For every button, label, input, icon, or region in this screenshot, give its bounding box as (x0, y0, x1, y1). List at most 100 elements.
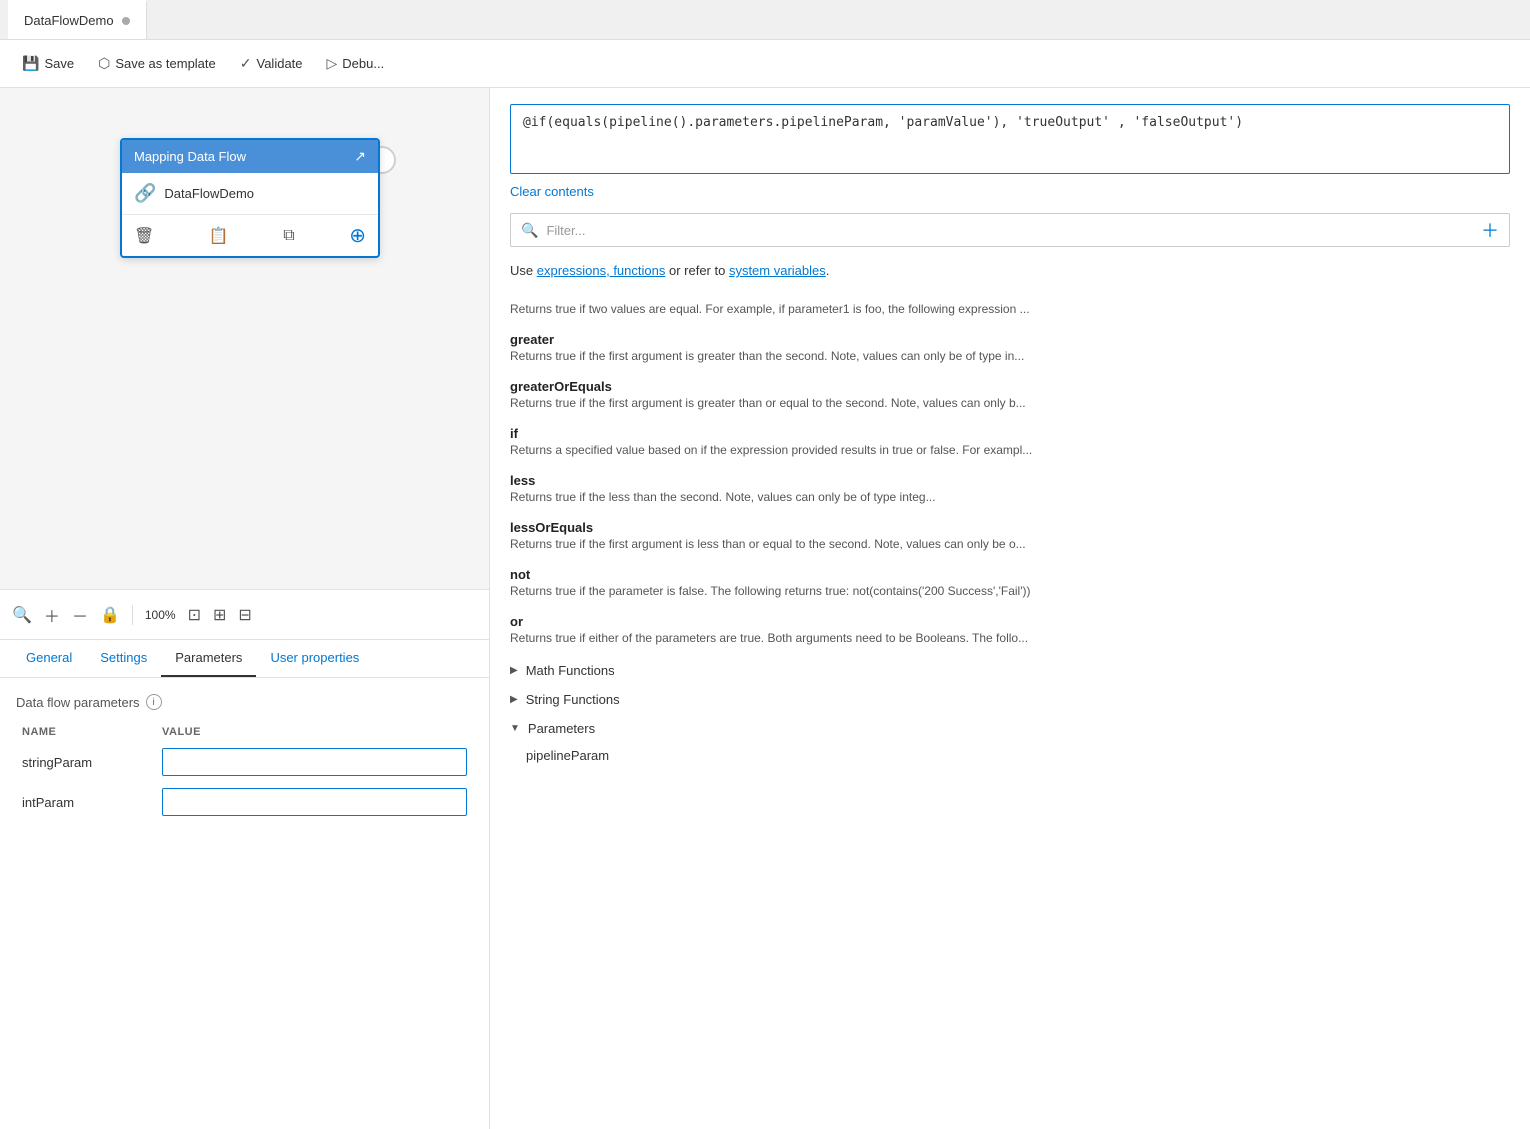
canvas-area: Mapping Data Flow ↗ 🔗 DataFlowDemo 🗑 📋 ⧉… (0, 88, 489, 639)
param-value-cell (156, 782, 473, 822)
system-variables-link[interactable]: system variables (729, 263, 826, 278)
string-functions-section[interactable]: ▶ String Functions (510, 682, 1510, 711)
validate-button[interactable]: ✓ Validate (230, 50, 313, 77)
func-desc: Returns true if the first argument is gr… (510, 349, 1510, 363)
fit-screen-icon[interactable]: ⊡ (188, 605, 201, 625)
math-functions-section[interactable]: ▶ Math Functions (510, 653, 1510, 682)
template-icon: ⬡ (98, 55, 110, 72)
copy-icon[interactable]: 📋 (209, 226, 229, 246)
node-icon: 🔗 (134, 183, 156, 204)
func-desc: Returns true if the parameter is false. … (510, 584, 1510, 598)
filter-bar: 🔍 ＋ (510, 213, 1510, 247)
func-item: not Returns true if the parameter is fal… (510, 559, 1510, 606)
main-container: Mapping Data Flow ↗ 🔗 DataFlowDemo 🗑 📋 ⧉… (0, 88, 1530, 1129)
zoom-label: 100% (145, 608, 176, 622)
func-name: greater (510, 332, 1510, 347)
filter-input[interactable] (546, 223, 1473, 238)
clear-contents-link[interactable]: Clear contents (510, 184, 1510, 199)
lock-icon[interactable]: 🔒 (100, 605, 120, 625)
mdf-node-title: Mapping Data Flow (134, 149, 246, 164)
toolbar: 💾 Save ⬡ Save as template ✓ Validate ▷ D… (0, 40, 1530, 88)
info-icon: i (146, 694, 162, 710)
tab-settings[interactable]: Settings (86, 640, 161, 677)
delete-icon[interactable]: 🗑 (134, 226, 154, 246)
functions-list: Returns true if two values are equal. Fo… (510, 294, 1510, 653)
func-name: not (510, 567, 1510, 582)
tab-dot (122, 17, 130, 25)
func-item: Returns true if two values are equal. Fo… (510, 294, 1510, 324)
debug-icon: ▷ (327, 55, 338, 72)
tab-dataflowdemo[interactable]: DataFlowDemo (8, 0, 147, 39)
func-item: greater Returns true if the first argume… (510, 324, 1510, 371)
table-row: stringParam (16, 742, 473, 782)
func-desc: Returns true if the first argument is gr… (510, 396, 1510, 410)
validate-icon: ✓ (240, 55, 252, 72)
debug-button[interactable]: ▷ Debu... (317, 50, 395, 77)
props-panel: General Settings Parameters User propert… (0, 639, 489, 1129)
param-value-cell (156, 742, 473, 782)
fit-selection-icon[interactable]: ⊞ (213, 605, 226, 625)
add-output-icon[interactable]: ⊕ (349, 223, 366, 248)
filter-icon: 🔍 (521, 222, 538, 239)
table-row: intParam (16, 782, 473, 822)
expressions-functions-link[interactable]: expressions, functions (537, 263, 666, 278)
params-content: Data flow parameters i NAME VALUE string… (0, 678, 489, 838)
mdf-node-header: Mapping Data Flow ↗ (122, 140, 378, 173)
func-name: less (510, 473, 1510, 488)
save-button[interactable]: 💾 Save (12, 50, 84, 77)
param-name: stringParam (16, 742, 156, 782)
search-canvas-icon[interactable]: 🔍 (12, 605, 32, 625)
func-name: lessOrEquals (510, 520, 1510, 535)
math-functions-label: Math Functions (526, 663, 615, 678)
col-value-header: VALUE (156, 722, 473, 742)
mdf-node-actions: 🗑 📋 ⧉ ⊕ (122, 214, 378, 256)
parameters-section[interactable]: ▼ Parameters (510, 711, 1510, 740)
func-desc: Returns true if the first argument is le… (510, 537, 1510, 551)
use-expr-text: Use expressions, functions or refer to s… (510, 263, 1510, 278)
add-canvas-icon[interactable]: ＋ (44, 603, 60, 627)
canvas-toolbar: 🔍 ＋ － 🔒 100% ⊡ ⊞ ⊟ (0, 589, 489, 639)
expression-text: @if(equals(pipeline().parameters.pipelin… (523, 115, 1243, 130)
params-table: NAME VALUE stringParam intParam (16, 722, 473, 822)
param-value-input[interactable] (162, 748, 467, 776)
func-desc: Returns true if the less than the second… (510, 490, 1510, 504)
tab-label: DataFlowDemo (24, 13, 114, 28)
external-link-icon[interactable]: ↗ (354, 148, 366, 165)
add-filter-icon[interactable]: ＋ (1481, 217, 1499, 243)
tab-general[interactable]: General (12, 640, 86, 677)
func-item: if Returns a specified value based on if… (510, 418, 1510, 465)
func-item: greaterOrEquals Returns true if the firs… (510, 371, 1510, 418)
func-name: if (510, 426, 1510, 441)
parameters-section-label: Parameters (528, 721, 595, 736)
expression-box[interactable]: @if(equals(pipeline().parameters.pipelin… (510, 104, 1510, 174)
mdf-node-name: DataFlowDemo (164, 186, 254, 201)
param-name: intParam (16, 782, 156, 822)
func-item: or Returns true if either of the paramet… (510, 606, 1510, 653)
mdf-node-body: 🔗 DataFlowDemo (122, 173, 378, 214)
func-item: lessOrEquals Returns true if the first a… (510, 512, 1510, 559)
save-as-template-button[interactable]: ⬡ Save as template (88, 50, 226, 77)
string-functions-label: String Functions (526, 692, 620, 707)
func-desc: Returns true if either of the parameters… (510, 631, 1510, 645)
col-name-header: NAME (16, 722, 156, 742)
minus-canvas-icon[interactable]: － (72, 603, 88, 627)
left-panel: Mapping Data Flow ↗ 🔗 DataFlowDemo 🗑 📋 ⧉… (0, 88, 490, 1129)
params-title: Data flow parameters i (16, 694, 473, 710)
right-panel: @if(equals(pipeline().parameters.pipelin… (490, 88, 1530, 1129)
tab-bar: DataFlowDemo (0, 0, 1530, 40)
props-tabs: General Settings Parameters User propert… (0, 640, 489, 678)
pipeline-param-item[interactable]: pipelineParam (510, 740, 1510, 771)
func-item: less Returns true if the less than the s… (510, 465, 1510, 512)
mdf-node: Mapping Data Flow ↗ 🔗 DataFlowDemo 🗑 📋 ⧉… (120, 138, 380, 258)
tab-user-properties[interactable]: User properties (256, 640, 373, 677)
canvas-toolbar-sep (132, 605, 133, 625)
func-desc: Returns a specified value based on if th… (510, 443, 1510, 457)
func-desc: Returns true if two values are equal. Fo… (510, 302, 1510, 316)
tab-parameters[interactable]: Parameters (161, 640, 256, 677)
params-chevron-down-icon: ▼ (510, 723, 520, 734)
duplicate-icon[interactable]: ⧉ (283, 227, 294, 245)
grid-icon[interactable]: ⊟ (238, 605, 251, 625)
math-chevron-right-icon: ▶ (510, 665, 518, 676)
string-chevron-right-icon: ▶ (510, 694, 518, 705)
param-value-input[interactable] (162, 788, 467, 816)
